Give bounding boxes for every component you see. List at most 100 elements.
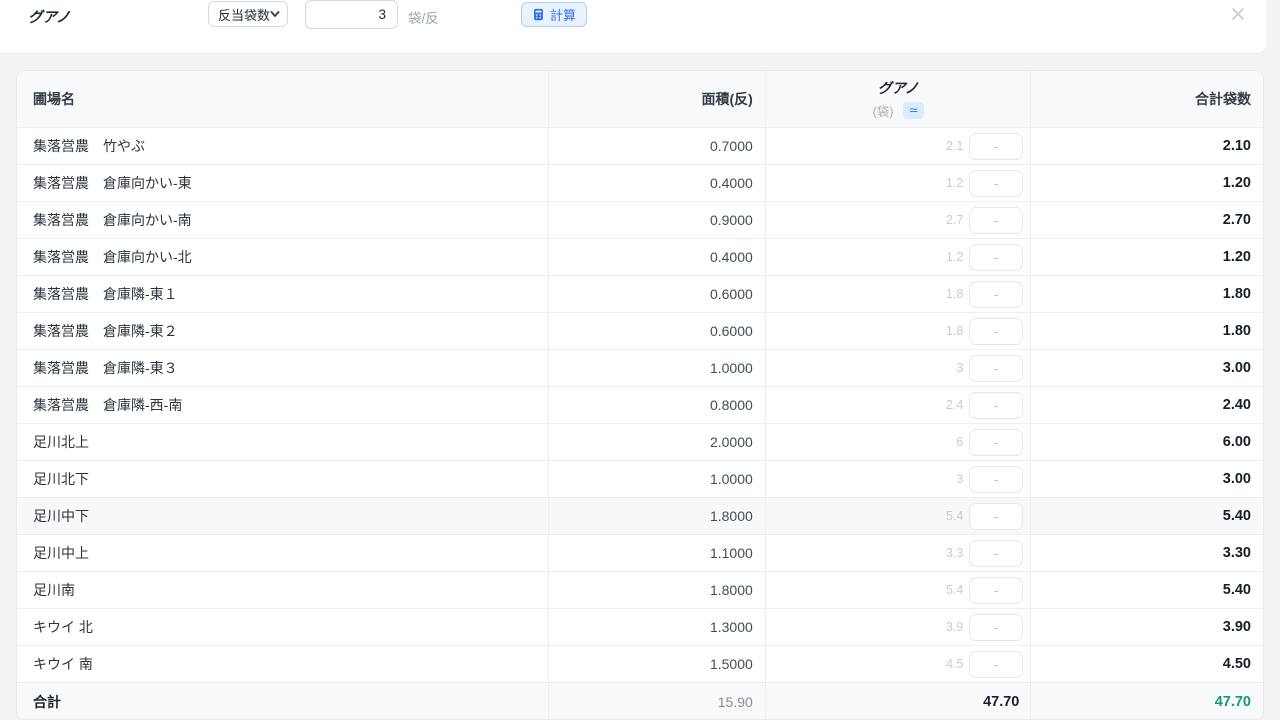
table-row: 集落営農 倉庫向かい-北 0.4000 1.2 1.20 [17, 239, 1263, 276]
row-total-bags: 3.90 [1223, 619, 1251, 635]
guano-computed-value: 1.8 [946, 324, 963, 338]
fertilizer-toolbar: グアノ 反当袋数 袋/反 計算 [0, 0, 1266, 54]
guano-override-input[interactable] [969, 614, 1023, 641]
table-row: 集落営農 倉庫隣-西-南 0.8000 2.4 2.40 [17, 387, 1263, 424]
field-name: 集落営農 倉庫向かい-東 [33, 173, 192, 193]
guano-computed-value: 5.4 [946, 583, 963, 597]
row-total-bags: 3.30 [1223, 545, 1251, 561]
header-area: 面積(反) [548, 71, 765, 127]
table-row: 足川北上 2.0000 6 6.00 [17, 424, 1263, 461]
guano-computed-value: 4.5 [946, 657, 963, 671]
row-total-bags: 2.10 [1223, 138, 1251, 154]
field-area-value: 0.7000 [710, 138, 753, 154]
field-name: 集落営農 倉庫隣-東３ [33, 358, 178, 378]
guano-override-input[interactable] [969, 207, 1023, 234]
row-total-bags: 5.40 [1223, 582, 1251, 598]
row-total-bags: 1.80 [1223, 323, 1251, 339]
field-name: キウイ 南 [33, 654, 93, 674]
field-name: 集落営農 倉庫隣-東２ [33, 321, 178, 341]
table-row: 集落営農 竹やぶ 0.7000 2.1 2.10 [17, 128, 1263, 165]
guano-override-input[interactable] [969, 244, 1023, 271]
rate-input[interactable] [305, 0, 398, 29]
close-icon[interactable] [1230, 6, 1246, 22]
guano-override-input[interactable] [969, 318, 1023, 345]
row-total-bags: 1.80 [1223, 286, 1251, 302]
field-name: 集落営農 倉庫向かい-南 [33, 210, 192, 230]
field-area-value: 1.1000 [710, 545, 753, 561]
header-field-name: 圃場名 [17, 71, 548, 127]
guano-override-input[interactable] [969, 503, 1023, 530]
field-area-value: 2.0000 [710, 434, 753, 450]
header-guano-unit: (袋) [873, 101, 894, 120]
guano-computed-value: 3.3 [946, 546, 963, 560]
table-row: キウイ 北 1.3000 3.9 3.90 [17, 609, 1263, 646]
field-name: キウイ 北 [33, 617, 93, 637]
field-area-value: 1.0000 [710, 471, 753, 487]
page-scroll-gutter [1266, 0, 1280, 720]
calculator-icon [532, 8, 545, 21]
guano-override-input[interactable] [969, 392, 1023, 419]
guano-computed-value: 2.1 [946, 139, 963, 153]
total-row-label: 合計 [33, 692, 61, 712]
guano-override-input[interactable] [969, 281, 1023, 308]
field-area-value: 0.6000 [710, 323, 753, 339]
table-row: 集落営農 倉庫隣-東１ 0.6000 1.8 1.80 [17, 276, 1263, 313]
guano-override-input[interactable] [969, 429, 1023, 456]
header-guano: グアノ (袋) ≃ [765, 71, 1031, 127]
guano-computed-value: 1.2 [946, 176, 963, 190]
row-total-bags: 1.20 [1223, 249, 1251, 265]
table-row: 集落営農 倉庫隣-東３ 1.0000 3 3.00 [17, 350, 1263, 387]
row-total-bags: 2.70 [1223, 212, 1251, 228]
field-name: 足川北下 [33, 469, 89, 489]
calculate-button[interactable]: 計算 [521, 2, 587, 27]
row-total-bags: 2.40 [1223, 397, 1251, 413]
table-row: 集落営農 倉庫向かい-東 0.4000 1.2 1.20 [17, 165, 1263, 202]
row-total-bags: 3.00 [1223, 360, 1251, 376]
guano-computed-value: 2.7 [946, 213, 963, 227]
total-bags-value: 47.70 [1215, 694, 1251, 710]
field-area-value: 0.8000 [710, 397, 753, 413]
table-row: 足川中上 1.1000 3.3 3.30 [17, 535, 1263, 572]
field-area-value: 0.9000 [710, 212, 753, 228]
guano-computed-value: 3 [956, 361, 963, 375]
field-name: 集落営農 竹やぶ [33, 136, 145, 156]
field-area-value: 0.4000 [710, 175, 753, 191]
field-area-value: 0.4000 [710, 249, 753, 265]
field-area-value: 1.8000 [710, 508, 753, 524]
row-total-bags: 4.50 [1223, 656, 1251, 672]
guano-override-input[interactable] [969, 651, 1023, 678]
guano-override-input[interactable] [969, 540, 1023, 567]
guano-computed-value: 3.9 [946, 620, 963, 634]
field-area-value: 1.0000 [710, 360, 753, 376]
guano-computed-value: 5.4 [946, 509, 963, 523]
guano-override-input[interactable] [969, 577, 1023, 604]
row-total-bags: 6.00 [1223, 434, 1251, 450]
calculate-button-label: 計算 [550, 5, 576, 24]
table-row: 足川南 1.8000 5.4 5.40 [17, 572, 1263, 609]
field-name: 足川中上 [33, 543, 89, 563]
guano-override-input[interactable] [969, 133, 1023, 160]
chevron-down-icon [270, 9, 280, 19]
guano-computed-value: 3 [956, 472, 963, 486]
table-row: キウイ 南 1.5000 4.5 4.50 [17, 646, 1263, 683]
total-area-value: 15.90 [718, 694, 753, 710]
field-name: 集落営農 倉庫隣-東１ [33, 284, 178, 304]
rate-mode-select-value: 反当袋数 [218, 5, 270, 24]
field-name: 集落営農 倉庫隣-西-南 [33, 395, 182, 415]
guano-computed-value: 6 [956, 435, 963, 449]
field-area-value: 1.5000 [710, 656, 753, 672]
row-total-bags: 3.00 [1223, 471, 1251, 487]
total-guano-value: 47.70 [983, 694, 1023, 710]
table-total-row: 合計 15.90 47.70 47.70 [17, 683, 1263, 720]
table-header-row: 圃場名 面積(反) グアノ (袋) ≃ 合計袋数 [17, 71, 1263, 128]
table-row: 集落営農 倉庫隣-東２ 0.6000 1.8 1.80 [17, 313, 1263, 350]
guano-computed-value: 1.8 [946, 287, 963, 301]
approx-badge[interactable]: ≃ [903, 102, 923, 119]
guano-override-input[interactable] [969, 170, 1023, 197]
field-name: 足川南 [33, 580, 75, 600]
guano-override-input[interactable] [969, 466, 1023, 493]
guano-override-input[interactable] [969, 355, 1023, 382]
fields-table: 圃場名 面積(反) グアノ (袋) ≃ 合計袋数 集落営農 竹やぶ 0.7000… [16, 70, 1264, 720]
rate-mode-select[interactable]: 反当袋数 [208, 1, 288, 27]
field-name: 集落営農 倉庫向かい-北 [33, 247, 192, 267]
